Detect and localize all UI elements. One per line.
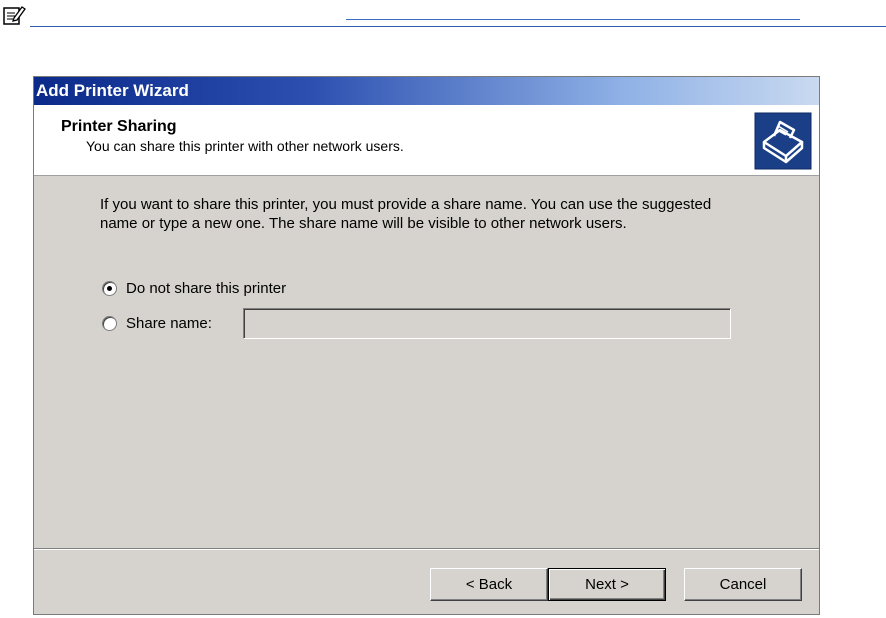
page-title: Printer Sharing (61, 118, 177, 135)
do-not-share-label[interactable]: Do not share this printer (126, 280, 286, 297)
do-not-share-radio[interactable] (102, 280, 117, 296)
intro-line-1: If you want to share this printer, you m… (100, 196, 712, 213)
window-title: Add Printer Wizard (36, 81, 189, 100)
footer-divider-highlight (34, 549, 819, 550)
printer-icon (754, 112, 812, 170)
intro-text: If you want to share this printer, you m… (100, 195, 780, 233)
wizard-header: Printer Sharing You can share this print… (34, 105, 819, 176)
share-name-input[interactable] (243, 308, 731, 339)
page-subtitle: You can share this printer with other ne… (86, 138, 404, 154)
note-divider (30, 26, 886, 27)
next-button[interactable]: Next > (548, 568, 666, 601)
note-link-underline[interactable] (346, 19, 800, 20)
add-printer-wizard-window: Add Printer Wizard Printer Sharing You c… (33, 76, 820, 615)
do-not-share-option[interactable]: Do not share this printer (102, 278, 286, 298)
window-titlebar[interactable]: Add Printer Wizard (34, 77, 819, 105)
note-pencil-icon (2, 4, 26, 26)
back-button[interactable]: < Back (430, 568, 548, 601)
share-name-label[interactable]: Share name: (126, 315, 212, 332)
share-name-option[interactable]: Share name: (102, 313, 212, 333)
intro-line-2: name or type a new one. The share name w… (100, 215, 627, 232)
cancel-button[interactable]: Cancel (684, 568, 802, 601)
share-name-radio[interactable] (102, 315, 117, 331)
